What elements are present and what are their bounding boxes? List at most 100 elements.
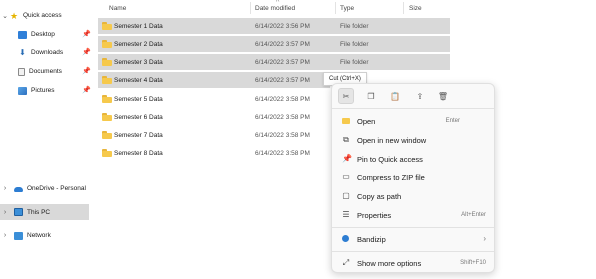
copy-path-icon: ▢ xyxy=(342,191,350,200)
delete-button[interactable]: 🗑 xyxy=(435,88,451,104)
sidebar-item-downloads[interactable]: ⬇ Downloads 📌 xyxy=(10,45,92,60)
sidebar-item-pictures[interactable]: Pictures 📌 xyxy=(10,83,92,98)
menu-item-bandizip[interactable]: Bandizip › xyxy=(336,231,490,247)
file-type: File folder xyxy=(340,23,369,30)
cloud-icon xyxy=(14,187,23,192)
menu-divider xyxy=(332,227,494,228)
navigation-pane: ⌄ ★ Quick access Desktop 📌 ⬇ Downloads 📌… xyxy=(0,0,92,279)
sidebar-item-label: Pictures xyxy=(31,87,55,94)
delete-icon: 🗑 xyxy=(437,91,449,101)
column-divider[interactable] xyxy=(403,2,404,14)
file-name: Semester 5 Data xyxy=(114,96,163,103)
sidebar-item-this-pc[interactable]: › This PC xyxy=(0,204,89,220)
more-options-icon: ⤢ xyxy=(342,258,350,267)
folder-icon xyxy=(102,22,112,30)
folder-icon xyxy=(102,40,112,48)
pictures-icon xyxy=(18,86,27,95)
folder-icon xyxy=(102,149,112,157)
chevron-right-icon: › xyxy=(483,234,486,243)
folder-icon xyxy=(102,58,112,66)
file-date: 6/14/2022 3:56 PM xyxy=(255,23,310,30)
sidebar-item-onedrive[interactable]: › OneDrive - Personal xyxy=(0,181,92,196)
context-menu: ✂ ❐ 📋 ⇪ 🗑 Open Enter ⧉ Open in new windo… xyxy=(331,83,495,273)
pin-icon: 📌 xyxy=(82,31,91,38)
table-row[interactable]: Semester 1 Data 6/14/2022 3:56 PM File f… xyxy=(98,18,450,34)
file-name: Semester 2 Data xyxy=(114,41,163,48)
network-icon xyxy=(14,231,23,240)
column-header-row: ^ Name Date modified Type Size xyxy=(98,0,450,16)
folder-icon xyxy=(102,131,112,139)
chevron-right-icon[interactable]: › xyxy=(0,185,10,192)
paste-button[interactable]: 📋 xyxy=(387,88,403,104)
file-name: Semester 8 Data xyxy=(114,150,163,157)
copy-icon: ❐ xyxy=(367,91,375,101)
sidebar-item-label: Network xyxy=(27,232,51,239)
sidebar-item-network[interactable]: › Network xyxy=(0,228,92,243)
column-header-date[interactable]: Date modified xyxy=(255,5,295,12)
chevron-right-icon[interactable]: › xyxy=(0,209,10,216)
share-button[interactable]: ⇪ xyxy=(412,88,428,104)
file-date: 6/14/2022 3:57 PM xyxy=(255,77,310,84)
file-date: 6/14/2022 3:58 PM xyxy=(255,132,310,139)
folder-icon xyxy=(102,76,112,84)
menu-item-copy-as-path[interactable]: ▢ Copy as path xyxy=(336,188,490,204)
new-window-icon: ⧉ xyxy=(343,135,349,144)
sidebar-item-label: This PC xyxy=(27,208,51,216)
file-name: Semester 7 Data xyxy=(114,132,163,139)
zip-icon: ▭ xyxy=(342,172,350,181)
file-date: 6/14/2022 3:58 PM xyxy=(255,150,310,157)
desktop-icon xyxy=(18,30,27,39)
menu-item-compress-zip[interactable]: ▭ Compress to ZIP file xyxy=(336,169,490,185)
pin-icon: 📌 xyxy=(82,87,91,94)
column-header-size[interactable]: Size xyxy=(409,5,422,12)
copy-button[interactable]: ❐ xyxy=(363,88,379,104)
pin-icon: 📌 xyxy=(82,49,91,56)
file-name: Semester 4 Data xyxy=(114,77,163,84)
menu-item-properties[interactable]: ☰ Properties Alt+Enter xyxy=(336,207,490,223)
file-type: File folder xyxy=(340,59,369,66)
column-header-type[interactable]: Type xyxy=(340,5,354,12)
menu-item-pin-quick-access[interactable]: 📌 Pin to Quick access xyxy=(336,151,490,167)
folder-icon xyxy=(102,113,112,121)
column-header-name[interactable]: Name xyxy=(109,5,126,12)
sidebar-item-desktop[interactable]: Desktop 📌 xyxy=(10,27,92,42)
chevron-down-icon[interactable]: ⌄ xyxy=(0,12,10,20)
paste-icon: 📋 xyxy=(390,91,400,101)
share-icon: ⇪ xyxy=(416,91,424,101)
documents-icon xyxy=(18,67,25,76)
file-date: 6/14/2022 3:57 PM xyxy=(255,59,310,66)
sidebar-item-quick-access[interactable]: ⌄ ★ Quick access xyxy=(0,8,92,23)
folder-open-icon xyxy=(342,118,350,124)
computer-icon xyxy=(14,208,23,216)
column-divider[interactable] xyxy=(250,2,251,14)
pin-icon: 📌 xyxy=(342,154,352,163)
cut-button[interactable]: ✂ xyxy=(338,88,354,104)
bandizip-icon xyxy=(342,235,349,242)
menu-item-open[interactable]: Open Enter xyxy=(336,113,490,129)
menu-divider xyxy=(332,251,494,252)
table-row[interactable]: Semester 4 Data 6/14/2022 3:57 PM xyxy=(98,72,330,88)
table-row[interactable]: Semester 2 Data 6/14/2022 3:57 PM File f… xyxy=(98,36,450,52)
sidebar-item-label: Quick access xyxy=(23,12,62,19)
cut-icon: ✂ xyxy=(342,91,350,101)
column-divider[interactable] xyxy=(335,2,336,14)
sidebar-item-documents[interactable]: Documents 📌 xyxy=(10,64,92,79)
file-date: 6/14/2022 3:57 PM xyxy=(255,41,310,48)
sidebar-item-label: Documents xyxy=(29,68,62,75)
sidebar-item-label: Desktop xyxy=(31,31,55,38)
file-name: Semester 6 Data xyxy=(114,114,163,121)
file-name: Semester 3 Data xyxy=(114,59,163,66)
menu-divider xyxy=(332,108,494,109)
pin-icon: 📌 xyxy=(82,68,91,75)
properties-icon: ☰ xyxy=(342,210,350,219)
file-type: File folder xyxy=(340,41,369,48)
table-row[interactable]: Semester 3 Data 6/14/2022 3:57 PM File f… xyxy=(98,54,450,70)
download-icon: ⬇ xyxy=(19,47,26,57)
sidebar-item-label: Downloads xyxy=(31,49,64,56)
chevron-right-icon[interactable]: › xyxy=(0,232,10,239)
menu-item-open-new-window[interactable]: ⧉ Open in new window xyxy=(336,132,490,148)
file-name: Semester 1 Data xyxy=(114,23,163,30)
context-menu-toolbar: ✂ ❐ 📋 ⇪ 🗑 xyxy=(336,88,486,104)
menu-item-show-more-options[interactable]: ⤢ Show more options Shift+F10 xyxy=(336,255,490,271)
folder-icon xyxy=(102,95,112,103)
